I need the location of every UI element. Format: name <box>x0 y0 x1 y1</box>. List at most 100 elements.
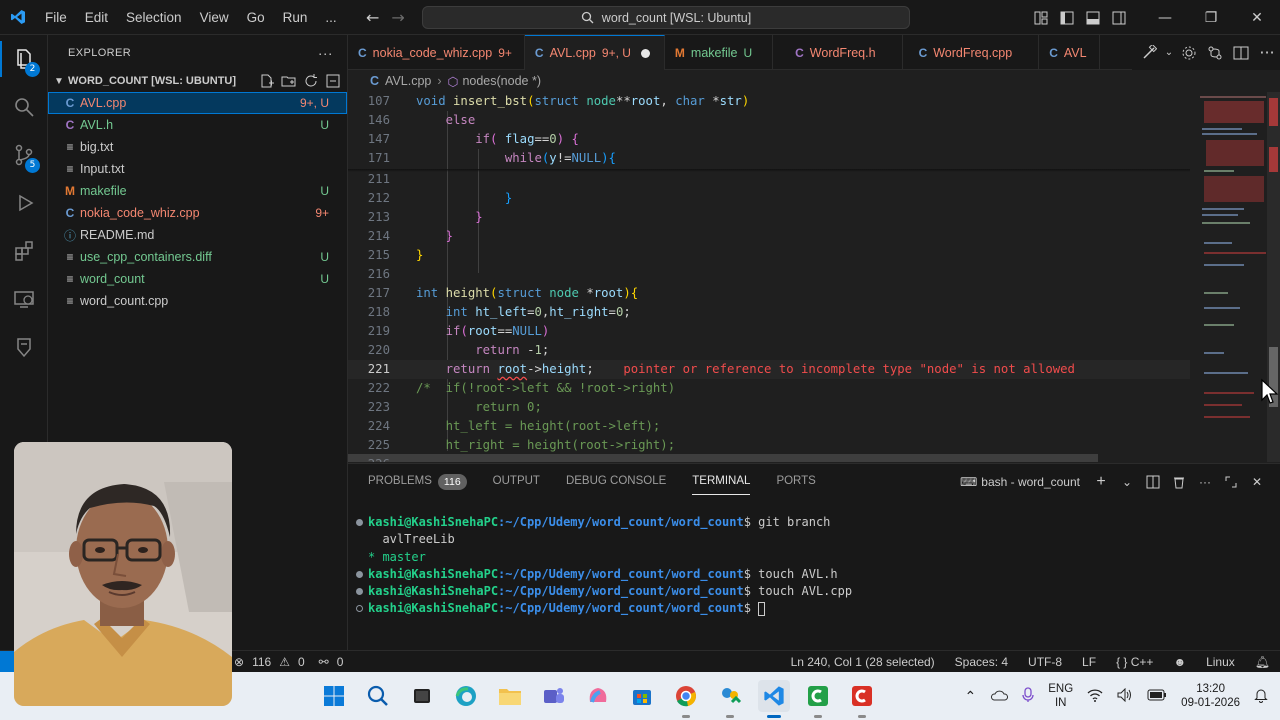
menu-edit[interactable]: Edit <box>76 0 117 35</box>
copilot-icon[interactable]: ☻ <box>1173 655 1186 669</box>
toggle-sidebar-icon[interactable] <box>1054 0 1080 35</box>
back-arrow-icon[interactable]: ← <box>366 8 379 27</box>
notifications-bell-icon[interactable]: 🔔︎ <box>1255 655 1270 669</box>
chrome-browser-icon[interactable] <box>670 680 702 718</box>
more-actions-icon[interactable]: ··· <box>318 45 333 61</box>
forward-arrow-icon[interactable]: → <box>391 8 404 27</box>
tab-problems[interactable]: PROBLEMS 116 <box>368 464 467 499</box>
file-row-input-txt[interactable]: ≡ Input.txt <box>48 158 347 180</box>
red-app-icon[interactable] <box>846 680 878 718</box>
tab-avl-cpp[interactable]: C AVL.cpp 9+, U <box>524 35 665 70</box>
tab-wordfreq-h[interactable]: C WordFreq.h <box>773 35 903 70</box>
file-row-word-count-cpp[interactable]: ≡ word_count.cpp <box>48 290 347 312</box>
testing-icon[interactable] <box>0 323 48 371</box>
restore-button[interactable]: ❐ <box>1188 0 1234 35</box>
explorer-icon[interactable]: 2 <box>0 35 48 83</box>
compare-changes-icon[interactable] <box>1202 35 1228 70</box>
encoding[interactable]: UTF-8 <box>1028 655 1062 669</box>
tab-debug-console[interactable]: DEBUG CONSOLE <box>566 464 666 499</box>
chevron-up-icon[interactable]: ⌃ <box>965 688 977 705</box>
people-app-icon[interactable] <box>714 680 746 718</box>
indentation[interactable]: Spaces: 4 <box>955 655 1008 669</box>
file-row-big-txt[interactable]: ≡ big.txt <box>48 136 347 158</box>
split-terminal-icon[interactable] <box>1142 471 1164 493</box>
new-file-icon[interactable] <box>259 73 275 89</box>
more-actions-icon[interactable]: ··· <box>1254 35 1280 70</box>
clock[interactable]: 13:20 09-01-2026 <box>1181 682 1240 710</box>
tab-makefile[interactable]: M makefile U <box>665 35 774 70</box>
command-center[interactable]: word_count [WSL: Ubuntu] <box>422 6 910 29</box>
close-window-button[interactable]: ✕ <box>1234 0 1280 35</box>
file-row-avl-h[interactable]: C AVL.h U <box>48 114 347 136</box>
menu-run[interactable]: Run <box>274 0 317 35</box>
new-folder-icon[interactable] <box>281 73 297 89</box>
green-app-icon[interactable] <box>802 680 834 718</box>
tab-ports[interactable]: PORTS <box>776 464 815 499</box>
tab-nokia-code-whiz[interactable]: C nokia_code_whiz.cpp 9+ <box>348 35 525 70</box>
edge-browser-icon[interactable] <box>450 680 482 712</box>
vscode-taskbar-icon[interactable] <box>758 680 790 718</box>
tab-terminal[interactable]: TERMINAL <box>692 464 751 499</box>
teams-icon[interactable] <box>538 680 570 712</box>
remote-indicator[interactable] <box>0 651 14 673</box>
breadcrumb-symbol[interactable]: nodes(node *) <box>462 74 541 88</box>
platform[interactable]: Linux <box>1206 655 1235 669</box>
cursor-position[interactable]: Ln 240, Col 1 (28 selected) <box>791 655 935 669</box>
extensions-icon[interactable] <box>0 227 48 275</box>
minimize-button[interactable]: — <box>1142 0 1188 35</box>
microsoft-store-icon[interactable] <box>626 680 658 712</box>
file-row-nokia-code-whiz[interactable]: C nokia_code_whiz.cpp 9+ <box>48 202 347 224</box>
microphone-icon[interactable] <box>1022 686 1034 706</box>
battery-icon[interactable] <box>1147 689 1167 704</box>
terminal-name[interactable]: bash - word_count <box>981 475 1080 489</box>
menu-file[interactable]: File <box>36 0 76 35</box>
search-activity-icon[interactable] <box>0 83 48 131</box>
search-taskbar-icon[interactable] <box>362 680 394 712</box>
language-mode[interactable]: { } C++ <box>1116 655 1153 669</box>
menu-view[interactable]: View <box>191 0 238 35</box>
close-panel-icon[interactable]: ✕ <box>1246 471 1268 493</box>
file-row-makefile[interactable]: M makefile U <box>48 180 347 202</box>
warning-count[interactable]: 0 <box>298 655 305 669</box>
source-control-icon[interactable]: 5 <box>0 131 48 179</box>
editor-scrollbar[interactable] <box>1267 92 1280 462</box>
unsaved-dot-icon[interactable] <box>640 48 650 58</box>
trash-icon[interactable] <box>1168 471 1190 493</box>
terminal-output[interactable]: kashi@KashiSnehaPC:~/Cpp/Udemy/word_coun… <box>356 514 1256 618</box>
end-of-line[interactable]: LF <box>1082 655 1096 669</box>
menu-go[interactable]: Go <box>238 0 274 35</box>
task-view-icon[interactable] <box>406 680 438 712</box>
toggle-panel-icon[interactable] <box>1080 0 1106 35</box>
tab-output[interactable]: OUTPUT <box>493 464 540 499</box>
wifi-icon[interactable] <box>1087 688 1103 705</box>
horizontal-scrollbar[interactable] <box>348 454 1098 462</box>
maximize-panel-icon[interactable] <box>1220 471 1242 493</box>
ports-count[interactable]: 0 <box>337 655 344 669</box>
split-editor-icon[interactable] <box>1228 35 1254 70</box>
file-explorer-icon[interactable] <box>494 680 526 712</box>
menu-more[interactable]: ... <box>316 0 345 35</box>
file-row-diff[interactable]: ≡ use_cpp_containers.diff U <box>48 246 347 268</box>
chevron-down-icon[interactable]: ⌄ <box>1162 35 1176 70</box>
menu-selection[interactable]: Selection <box>117 0 191 35</box>
code-editor[interactable]: 107 void insert_bst(struct node**root, ch… <box>348 92 1190 462</box>
breadcrumb-file[interactable]: AVL.cpp <box>385 74 431 88</box>
more-actions-icon[interactable]: ··· <box>1194 471 1216 493</box>
volume-icon[interactable] <box>1117 687 1133 705</box>
toggle-secondary-sidebar-icon[interactable] <box>1106 0 1132 35</box>
notification-bell-icon[interactable] <box>1254 687 1268 706</box>
start-windows-icon[interactable] <box>318 680 350 712</box>
workspace-folder[interactable]: ▼ WORD_COUNT [WSL: UBUNTU] <box>48 70 347 92</box>
remote-explorer-icon[interactable] <box>0 275 48 323</box>
refresh-icon[interactable] <box>303 73 319 89</box>
run-debug-icon[interactable] <box>0 179 48 227</box>
file-row-word-count[interactable]: ≡ word_count U <box>48 268 347 290</box>
chevron-down-icon[interactable]: ⌄ <box>1116 471 1138 493</box>
file-row-avl-cpp[interactable]: C AVL.cpp 9+, U <box>48 92 347 114</box>
compile-icon[interactable] <box>1136 35 1162 70</box>
tab-wordfreq-cpp[interactable]: C WordFreq.cpp <box>903 35 1040 70</box>
file-row-readme[interactable]: ⓘ README.md <box>48 224 347 246</box>
tab-avl[interactable]: C AVL <box>1039 35 1100 70</box>
new-terminal-icon[interactable]: + <box>1090 471 1112 493</box>
error-count[interactable]: 116 <box>252 655 271 669</box>
